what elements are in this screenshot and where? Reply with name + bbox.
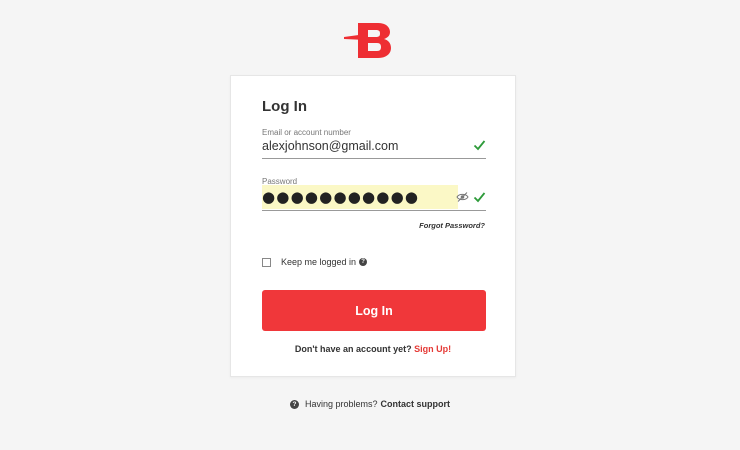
checkmark-icon — [473, 140, 486, 151]
contact-support-link[interactable]: Contact support — [381, 399, 451, 409]
email-value: alexjohnson@gmail.com — [262, 139, 399, 153]
signup-prompt-row: Don't have an account yet? Sign Up! — [231, 344, 515, 354]
eye-slash-icon[interactable] — [456, 191, 469, 203]
keep-logged-in-checkbox[interactable] — [262, 257, 271, 267]
keep-logged-in-label: Keep me logged in — [281, 257, 357, 267]
keep-logged-in-row: Keep me logged in ? — [262, 256, 368, 268]
login-title: Log In — [262, 98, 307, 115]
forgot-password-link[interactable]: Forgot Password? — [419, 221, 485, 230]
password-value: ●●●●●●●●●●● — [262, 188, 420, 206]
email-field[interactable]: alexjohnson@gmail.com — [262, 133, 486, 159]
password-field[interactable]: ●●●●●●●●●●● — [262, 185, 486, 211]
question-icon: ? — [289, 399, 299, 409]
signup-link[interactable]: Sign Up! — [414, 344, 451, 354]
login-page: Log In Email or account number alexjohns… — [0, 0, 740, 450]
signup-prompt: Don't have an account yet? — [294, 344, 412, 354]
b-logo-icon — [344, 23, 391, 58]
help-icon[interactable]: ? — [359, 258, 368, 266]
login-card: Log In Email or account number alexjohns… — [230, 75, 516, 377]
problems-text: Having problems? — [304, 399, 378, 409]
login-button[interactable]: Log In — [262, 290, 486, 331]
support-row: ? Having problems? Contact support — [0, 399, 740, 409]
checkmark-icon — [473, 192, 486, 203]
